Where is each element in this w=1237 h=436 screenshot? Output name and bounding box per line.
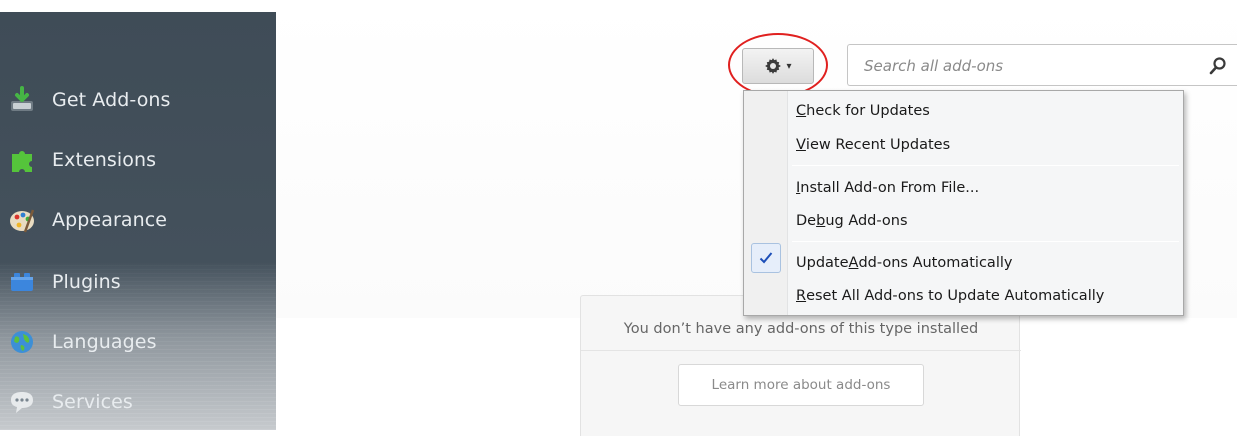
menu-item-text: heck for Updates xyxy=(806,103,930,119)
puzzle-piece-icon xyxy=(8,146,36,174)
sidebar-item-label: Services xyxy=(52,391,133,413)
sidebar-item-label: Languages xyxy=(52,331,157,353)
chevron-down-icon: ▾ xyxy=(786,60,792,72)
menu-item-view-recent-updates[interactable]: View Recent Updates xyxy=(796,131,950,159)
divider xyxy=(581,350,1021,351)
search-icon[interactable] xyxy=(1208,56,1228,76)
menu-item-accesskey: C xyxy=(796,103,807,119)
search-input[interactable] xyxy=(864,54,1194,78)
menu-item-text: Update xyxy=(796,255,849,271)
sidebar-item-plugins[interactable]: Plugins xyxy=(8,262,270,302)
empty-state-panel: You don’t have any add-ons of this type … xyxy=(580,295,1021,436)
sidebar-item-get-addons[interactable]: Get Add-ons xyxy=(8,80,270,120)
menu-item-text: nstall Add-on From File... xyxy=(800,180,980,196)
learn-more-button[interactable]: Learn more about add-ons xyxy=(678,364,924,406)
menu-item-accesskey: A xyxy=(848,255,859,271)
menu-item-debug-addons[interactable]: De b ug Add-ons xyxy=(796,207,908,235)
get-addons-icon xyxy=(8,86,36,114)
plugin-brick-icon xyxy=(8,268,36,296)
menu-item-reset-all-update-automatically[interactable]: Reset All Add-ons to Update Automaticall… xyxy=(796,282,1104,310)
menu-item-accesskey: V xyxy=(796,137,806,153)
menu-separator xyxy=(792,165,1179,166)
menu-item-text: iew Recent Updates xyxy=(805,137,951,153)
menu-separator xyxy=(792,241,1179,242)
palette-icon xyxy=(8,206,36,234)
gear-icon xyxy=(764,57,782,75)
sidebar-item-label: Plugins xyxy=(52,271,121,293)
menu-item-accesskey: b xyxy=(816,213,826,229)
menu-item-check-for-updates[interactable]: Check for Updates xyxy=(796,97,930,125)
sidebar-item-label: Get Add-ons xyxy=(52,89,171,111)
menu-item-text: dd-ons Automatically xyxy=(858,255,1013,271)
sidebar-item-extensions[interactable]: Extensions xyxy=(8,140,270,180)
sidebar: Get Add-ons Extensions Appearance Plugin… xyxy=(0,0,276,436)
empty-state-message: You don’t have any add-ons of this type … xyxy=(623,321,979,337)
search-field[interactable] xyxy=(847,44,1237,86)
sidebar-item-label: Extensions xyxy=(52,149,157,171)
chat-bubble-icon xyxy=(8,388,36,416)
sidebar-item-languages[interactable]: Languages xyxy=(8,322,270,362)
checkmark-icon xyxy=(759,252,773,264)
sidebar-item-services[interactable]: Services xyxy=(8,382,270,422)
menu-item-update-automatically[interactable]: Update Add-ons Automatically xyxy=(796,249,1012,277)
tools-dropdown-menu: Check for Updates View Recent Updates In… xyxy=(743,90,1184,316)
menu-item-text: eset All Add-ons to Update Automatically xyxy=(806,288,1105,304)
tools-menu-button[interactable]: ▾ xyxy=(742,48,814,84)
menu-item-accesskey: R xyxy=(796,288,807,304)
sidebar-item-label: Appearance xyxy=(52,209,168,231)
menu-item-text: ug Add-ons xyxy=(825,213,908,229)
menu-item-text: De xyxy=(796,213,817,229)
menu-gutter xyxy=(744,91,788,315)
checkmark-box xyxy=(751,243,781,273)
sidebar-item-appearance[interactable]: Appearance xyxy=(8,200,270,240)
menu-item-install-from-file[interactable]: Install Add-on From File... xyxy=(796,174,979,202)
globe-icon xyxy=(8,328,36,356)
